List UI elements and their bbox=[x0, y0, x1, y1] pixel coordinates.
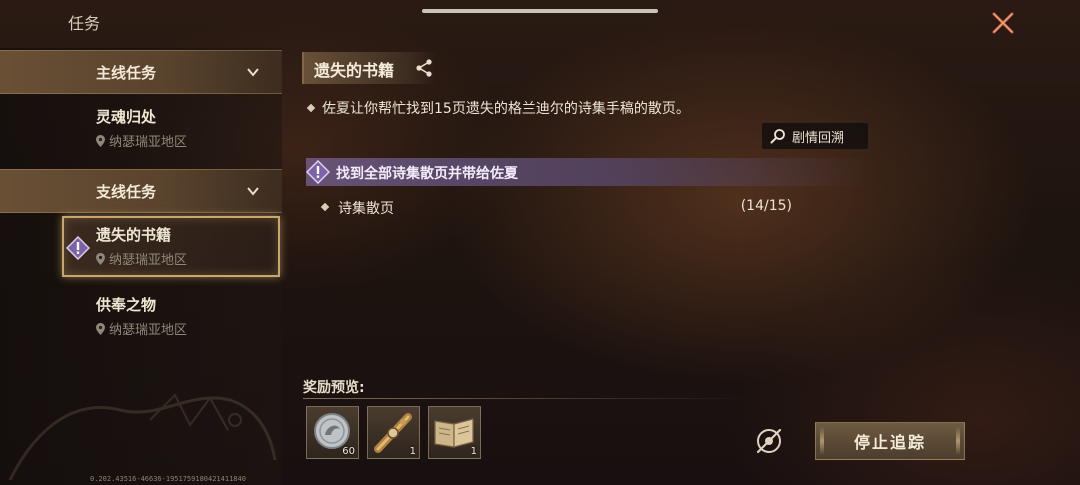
objective-alert-diamond-icon bbox=[306, 160, 330, 184]
location-pin-icon bbox=[96, 252, 105, 265]
close-icon bbox=[992, 12, 1014, 34]
reward-count: 1 bbox=[409, 446, 416, 457]
screen-title: 任务 bbox=[68, 14, 101, 33]
reward-count: 1 bbox=[470, 446, 477, 457]
quest-item-offering[interactable]: 供奉之物 纳瑟瑞亚地区 bbox=[62, 286, 280, 346]
quest-title-bar: 遗失的书籍 bbox=[302, 52, 436, 84]
chevron-down-icon bbox=[247, 68, 259, 77]
story-recall-label: 剧情回溯 bbox=[792, 130, 845, 146]
quest-region-label: 纳瑟瑞亚地区 bbox=[109, 135, 188, 150]
quest-item-lost-books[interactable]: 遗失的书籍 纳瑟瑞亚地区 bbox=[62, 216, 280, 277]
reward-item-open-book[interactable]: 1 bbox=[428, 406, 481, 459]
drag-handle[interactable] bbox=[422, 9, 658, 13]
category-label: 支线任务 bbox=[96, 182, 157, 201]
quest-detail-title: 遗失的书籍 bbox=[314, 61, 395, 80]
stop-tracking-label: 停止追踪 bbox=[853, 433, 926, 452]
version-string: 0.202.43516-46636-1951759180421411840 bbox=[90, 475, 246, 483]
quest-alert-diamond-icon bbox=[66, 236, 90, 260]
quest-region-label: 纳瑟瑞亚地区 bbox=[109, 253, 188, 268]
hide-tracking-button[interactable] bbox=[754, 426, 784, 456]
category-side-quests[interactable]: 支线任务 bbox=[0, 169, 282, 213]
bullet-diamond-icon bbox=[306, 103, 316, 113]
quest-description-text: 佐夏让你帮忙找到15页遗失的格兰迪尔的诗集手稿的散页。 bbox=[322, 101, 690, 117]
quest-title: 供奉之物 bbox=[96, 296, 157, 314]
search-icon bbox=[770, 129, 785, 144]
sub-objective-progress: (14/15) bbox=[740, 198, 792, 214]
category-main-quests[interactable]: 主线任务 bbox=[0, 50, 282, 94]
quest-region: 纳瑟瑞亚地区 bbox=[96, 319, 187, 338]
location-pin-icon bbox=[96, 134, 105, 147]
divider bbox=[303, 398, 753, 399]
location-pin-icon bbox=[96, 322, 105, 335]
quest-region-label: 纳瑟瑞亚地区 bbox=[109, 323, 188, 338]
bullet-diamond-icon bbox=[320, 202, 330, 212]
stop-tracking-button[interactable]: 停止追踪 bbox=[815, 422, 965, 460]
reward-preview-title: 奖励预览: bbox=[303, 380, 365, 396]
quest-region: 纳瑟瑞亚地区 bbox=[96, 131, 187, 150]
quest-item-soul-return[interactable]: 灵魂归处 纳瑟瑞亚地区 bbox=[62, 98, 280, 158]
category-label: 主线任务 bbox=[96, 63, 157, 82]
current-objective: 找到全部诗集散页并带给佐夏 bbox=[306, 158, 866, 186]
quest-title: 遗失的书籍 bbox=[96, 226, 172, 244]
close-button[interactable] bbox=[988, 8, 1018, 38]
eye-slash-icon bbox=[756, 428, 782, 454]
chevron-down-icon bbox=[247, 187, 259, 196]
reward-count: 60 bbox=[342, 446, 355, 457]
sub-objective-row: 诗集散页 (14/15) bbox=[320, 198, 792, 218]
sub-objective-label: 诗集散页 bbox=[338, 201, 394, 217]
quest-title: 灵魂归处 bbox=[96, 108, 157, 126]
reward-item-silver-coin[interactable]: 60 bbox=[306, 406, 359, 459]
story-recall-button[interactable]: 剧情回溯 bbox=[762, 123, 868, 149]
objective-text: 找到全部诗集散页并带给佐夏 bbox=[336, 166, 518, 182]
share-icon[interactable] bbox=[414, 58, 434, 78]
quest-region: 纳瑟瑞亚地区 bbox=[96, 249, 187, 268]
quest-description: 佐夏让你帮忙找到15页遗失的格兰迪尔的诗集手稿的散页。 bbox=[306, 98, 690, 118]
reward-item-ornate-scroll[interactable]: 1 bbox=[367, 406, 420, 459]
